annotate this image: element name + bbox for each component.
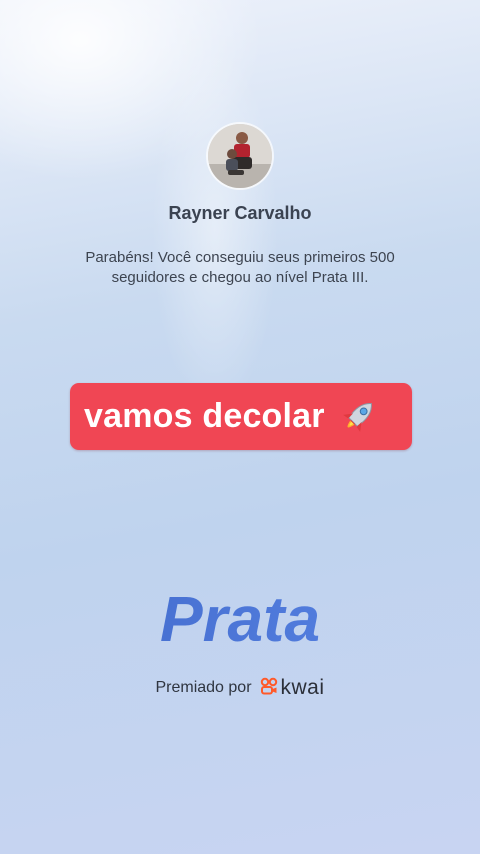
congratulation-message: Parabéns! Você conseguiu seus primeiros … [85,249,395,286]
banner-text: vamos decolar [84,397,325,435]
rocket-icon [335,394,381,440]
tier-title: Prata [0,582,480,656]
sticker-banner: vamos decolar [70,383,412,450]
kwai-wordmark: kwai [280,676,325,699]
profile-name: Rayner Carvalho [168,203,312,223]
awarded-label: Premiado por [155,679,252,696]
kwai-brand: kwai [260,676,325,700]
kwai-logo-icon [260,677,278,700]
avatar [208,124,272,188]
awarded-by: Premiado por kwai [0,676,480,700]
